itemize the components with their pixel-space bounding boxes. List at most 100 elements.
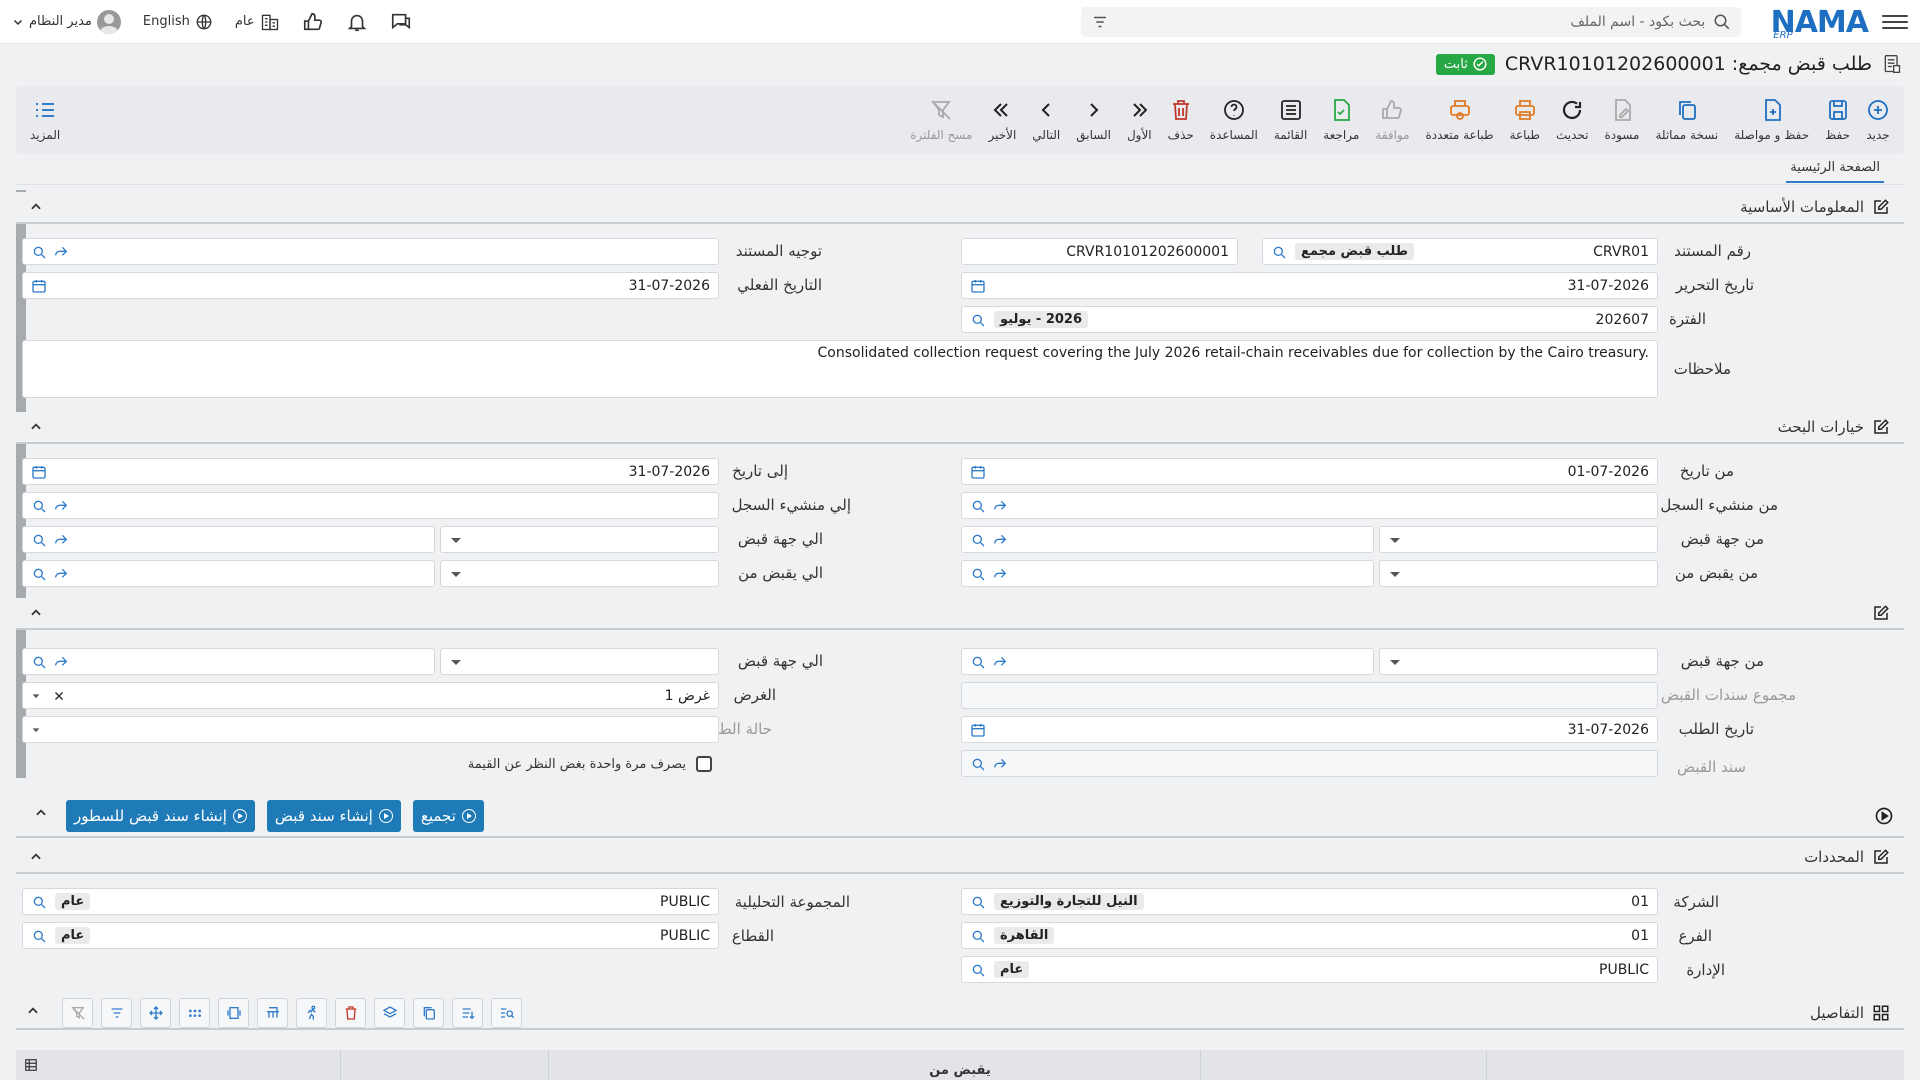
language-switch[interactable]: English (143, 13, 213, 31)
company-field[interactable]: 01 النيل للتجارة والتوزيع (961, 888, 1658, 915)
from-creator-field[interactable] (961, 492, 1658, 519)
edit-date-field[interactable]: 31-07-2026 (961, 272, 1658, 299)
bell-icon[interactable] (346, 11, 368, 33)
move-icon[interactable] (140, 998, 171, 1028)
section-dimensions[interactable]: المحددات (16, 842, 1904, 874)
review-button[interactable]: مراجعة (1315, 90, 1367, 150)
multi-print-button[interactable]: طباعة متعددة (1418, 90, 1502, 150)
search-icon[interactable] (1713, 13, 1731, 31)
share-icon[interactable] (992, 498, 1008, 514)
lookup-icon[interactable] (31, 928, 47, 944)
chevron-up-icon[interactable] (26, 417, 46, 437)
calendar-icon[interactable] (970, 722, 986, 738)
chat-icon[interactable] (390, 11, 412, 33)
approve-button[interactable]: موافقة (1367, 90, 1417, 150)
caret-down-icon[interactable] (31, 691, 41, 701)
menu-icon[interactable] (1882, 9, 1908, 35)
previous-button[interactable]: السابق (1068, 90, 1119, 150)
section-basic-info[interactable]: المعلومات الأساسية (16, 192, 1904, 224)
table-icon[interactable] (24, 1058, 38, 1072)
share-icon[interactable] (53, 566, 69, 582)
share-icon[interactable] (992, 532, 1008, 548)
delete-button[interactable]: حذف (1160, 90, 1202, 150)
table-insert-icon[interactable] (257, 998, 288, 1028)
lookup-icon[interactable] (31, 244, 47, 260)
share-icon[interactable] (992, 566, 1008, 582)
save-button[interactable]: حفظ (1817, 90, 1858, 150)
calendar-icon[interactable] (31, 464, 47, 480)
notes-field[interactable]: Consolidated collection request covering… (22, 340, 1658, 398)
columns-icon[interactable] (218, 998, 249, 1028)
branch-field[interactable]: 01 القاهرة (961, 922, 1658, 949)
lookup-icon[interactable] (970, 756, 986, 772)
calendar-icon[interactable] (970, 278, 986, 294)
share-icon[interactable] (992, 654, 1008, 670)
thumbs-up-icon[interactable] (302, 11, 324, 33)
share-icon[interactable] (53, 532, 69, 548)
new-button[interactable]: جديد (1858, 90, 1898, 150)
chevron-up-icon[interactable] (34, 806, 48, 824)
lookup-icon[interactable] (970, 654, 986, 670)
sort-icon[interactable] (452, 998, 483, 1028)
first-button[interactable]: الأول (1119, 90, 1160, 150)
share-icon[interactable] (53, 498, 69, 514)
filter-icon[interactable] (1091, 13, 1109, 31)
play-circle-icon[interactable] (1874, 806, 1894, 826)
lookup-icon[interactable] (970, 894, 986, 910)
share-icon[interactable] (53, 654, 69, 670)
lookup-icon[interactable] (970, 312, 986, 328)
lookup-icon[interactable] (31, 894, 47, 910)
clear-icon[interactable] (53, 690, 65, 702)
doc-no-field[interactable]: CRVR01 طلب قبض مجمع (1262, 238, 1658, 265)
from-party-type-select[interactable] (1379, 526, 1658, 553)
actual-date-field[interactable]: 31-07-2026 (22, 272, 719, 299)
clear-filter-icon[interactable] (62, 998, 93, 1028)
last-button[interactable]: الأخير (980, 90, 1024, 150)
to-creator-field[interactable] (22, 492, 719, 519)
search-rows-icon[interactable] (491, 998, 522, 1028)
lookup-icon[interactable] (31, 532, 47, 548)
lookup-icon[interactable] (970, 962, 986, 978)
copy-row-icon[interactable] (413, 998, 444, 1028)
from-payer-field[interactable] (961, 560, 1374, 587)
share-icon[interactable] (992, 756, 1008, 772)
doc-code-field[interactable]: CRVR10101202600001 (961, 238, 1238, 265)
from-party-field[interactable] (961, 526, 1374, 553)
share-icon[interactable] (53, 244, 69, 260)
purpose-field[interactable]: غرض 1 (22, 682, 719, 709)
create-lines-voucher-button[interactable]: إنشاء سند قبض للسطور (66, 800, 255, 832)
search-input[interactable] (1117, 13, 1706, 30)
run-icon[interactable] (296, 998, 327, 1028)
create-voucher-button[interactable]: إنشاء سند قبض (266, 800, 401, 832)
print-button[interactable]: طباعة (1502, 90, 1548, 150)
lookup-icon[interactable] (970, 498, 986, 514)
lookup-icon[interactable] (970, 532, 986, 548)
from-date-field[interactable]: 01-07-2026 (961, 458, 1658, 485)
chevron-up-icon[interactable] (26, 1004, 40, 1022)
dept-field[interactable]: PUBLIC عام (961, 956, 1658, 983)
sec3-to-party-field[interactable] (22, 648, 435, 675)
save-continue-button[interactable]: حفظ و مواصلة (1726, 90, 1817, 150)
lookup-icon[interactable] (970, 566, 986, 582)
app-logo[interactable]: NAMA ERP (1771, 0, 1869, 44)
lookup-icon[interactable] (31, 498, 47, 514)
col-payer[interactable]: يقبض من (929, 1063, 991, 1078)
draft-button[interactable]: مسودة (1596, 90, 1647, 150)
dots-icon[interactable] (179, 998, 210, 1028)
lookup-icon[interactable] (970, 928, 986, 944)
more-button[interactable]: المزيد (22, 90, 68, 150)
clear-filter-button[interactable]: مسح الفلترة (902, 90, 980, 150)
direction-field[interactable] (22, 238, 719, 265)
period-field[interactable]: 202607 2026 - يوليو (961, 306, 1658, 333)
section-request[interactable] (16, 598, 1904, 630)
chevron-up-icon[interactable] (26, 197, 46, 217)
copy-button[interactable]: نسخة مماثلة (1647, 90, 1726, 150)
calendar-icon[interactable] (970, 464, 986, 480)
section-details[interactable]: التفاصيل (16, 998, 1904, 1030)
to-party-field[interactable] (22, 526, 435, 553)
scope-selector[interactable]: عام (235, 12, 280, 32)
lookup-icon[interactable] (31, 566, 47, 582)
layers-icon[interactable] (374, 998, 405, 1028)
sector-field[interactable]: PUBLIC عام (22, 922, 719, 949)
sec3-to-party-type-select[interactable] (440, 648, 719, 675)
